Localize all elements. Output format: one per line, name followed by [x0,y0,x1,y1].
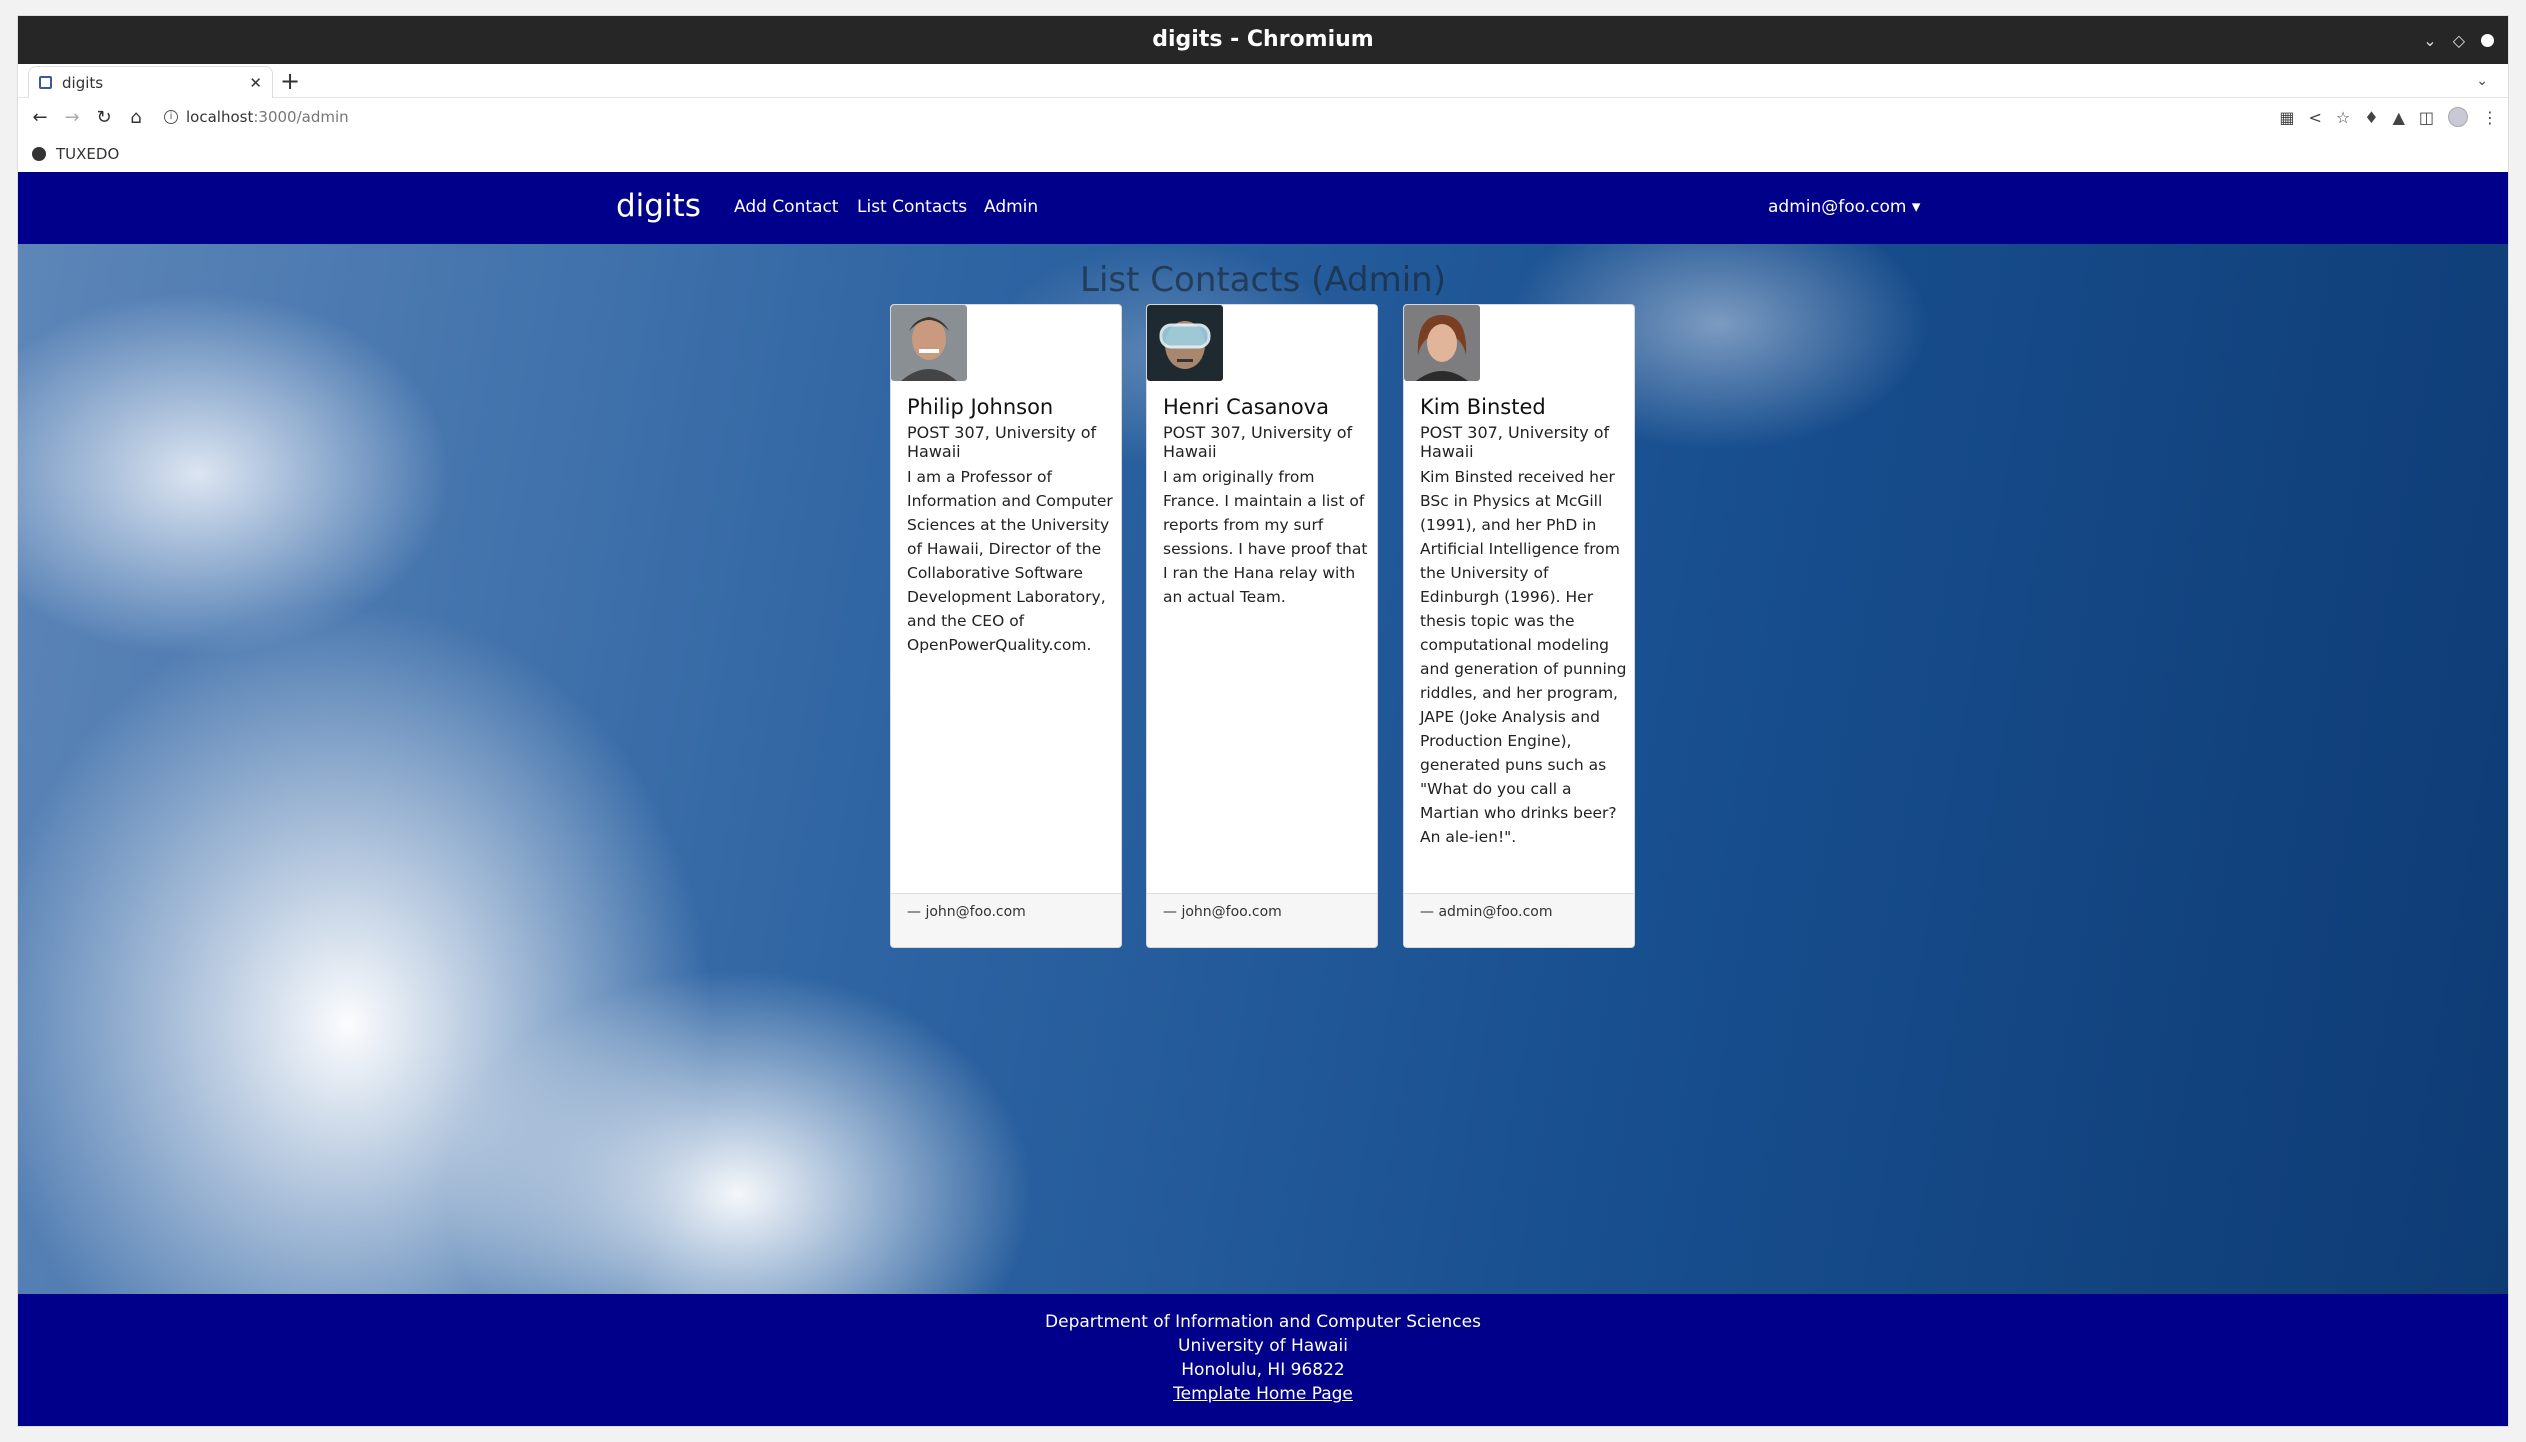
template-home-link[interactable]: Template Home Page [18,1382,2508,1406]
contact-photo [1404,305,1480,381]
lab-flask-icon[interactable]: ▲ [2393,108,2405,127]
bookmark-star-icon[interactable]: ☆ [2336,108,2350,127]
close-window-icon[interactable] [2481,33,2494,47]
extensions-puzzle-icon[interactable]: ♦ [2364,108,2378,127]
nav-admin[interactable]: Admin [984,197,1038,217]
browser-toolbar: ← → ↻ ⌂ i localhost:3000/admin ▦ < ☆ ♦ ▲… [18,98,2508,136]
contact-description: Kim Binsted received her BSc in Physics … [1420,468,1627,846]
tab-digits[interactable]: digits ✕ [28,66,273,98]
menu-kebab-icon[interactable]: ⋮ [2482,108,2498,127]
contact-card: Philip Johnson POST 307, University of H… [890,304,1122,948]
back-arrow-icon[interactable]: ← [24,107,56,128]
new-tab-button[interactable]: + [280,64,300,98]
bookmarks-bar: TUXEDO [18,136,2508,172]
bookmark-globe-icon [32,147,46,161]
nav-buttons: ← → ↻ ⌂ [24,107,152,128]
minimize-chevron-icon[interactable]: ⌄ [2423,31,2436,50]
app-navbar: digits Add Contact List Contacts Admin a… [18,172,2508,244]
home-icon[interactable]: ⌂ [120,107,152,128]
forward-arrow-icon[interactable]: → [56,107,88,128]
contact-name: Philip Johnson [907,395,1054,419]
contact-card: Kim Binsted POST 307, University of Hawa… [1403,304,1635,948]
page-title: List Contacts (Admin) [1080,260,1446,300]
close-tab-icon[interactable]: ✕ [249,74,262,92]
footer-department: Department of Information and Computer S… [1045,1312,1481,1332]
contact-card: Henri Casanova POST 307, University of H… [1146,304,1378,948]
site-info-icon[interactable]: i [164,110,178,124]
translate-icon[interactable]: ▦ [2279,108,2294,127]
contact-owner: — john@foo.com [1147,893,1377,947]
maximize-diamond-icon[interactable]: ◇ [2453,31,2465,50]
contact-address: POST 307, University of Hawaii [1163,423,1353,461]
toolbar-actions: ▦ < ☆ ♦ ▲ ◫ ⋮ [2279,98,2498,136]
tab-strip: digits ✕ + ⌄ [18,64,2508,98]
contact-name: Henri Casanova [1163,395,1329,419]
share-icon[interactable]: < [2308,108,2321,127]
brand-logo[interactable]: digits [616,188,701,224]
tab-title: digits [62,73,104,92]
contact-description: I am a Professor of Information and Comp… [907,468,1113,654]
contact-photo [891,305,967,381]
contact-address: POST 307, University of Hawaii [907,423,1097,461]
page-footer: Department of Information and Computer S… [18,1294,2508,1426]
address-bar[interactable]: i localhost:3000/admin [164,108,349,126]
contact-owner: — john@foo.com [891,893,1121,947]
nav-add-contact[interactable]: Add Contact [734,197,838,217]
contact-address: POST 307, University of Hawaii [1420,423,1610,461]
contact-name: Kim Binsted [1420,395,1546,419]
reload-icon[interactable]: ↻ [88,107,120,128]
side-panel-icon[interactable]: ◫ [2419,108,2434,127]
window-controls: ⌄ ◇ [2423,16,2494,64]
tab-search-chevron-icon[interactable]: ⌄ [2476,64,2488,98]
web-page: digits Add Contact List Contacts Admin a… [18,172,2508,1426]
footer-university: University of Hawaii [1178,1336,1348,1356]
contact-description: I am originally from France. I maintain … [1163,468,1368,606]
bookmark-tuxedo[interactable]: TUXEDO [56,145,119,163]
tab-favicon-icon [39,76,52,89]
user-dropdown[interactable]: admin@foo.com ▾ [1768,197,1920,217]
url-host: localhost [186,108,254,126]
content-background: List Contacts (Admin) Philip Johnson POS… [18,244,2508,1294]
profile-avatar-icon[interactable] [2448,107,2468,127]
footer-address: Honolulu, HI 96822 [1181,1360,1345,1380]
window-titlebar: digits - Chromium ⌄ ◇ [18,16,2508,64]
contact-photo [1147,305,1223,381]
url-path: :3000/admin [253,108,349,126]
browser-window: digits - Chromium ⌄ ◇ digits ✕ + ⌄ ← → ↻… [18,16,2508,1426]
nav-list-contacts[interactable]: List Contacts [857,197,967,217]
window-title: digits - Chromium [1152,27,1374,52]
contact-owner: — admin@foo.com [1404,893,1634,947]
